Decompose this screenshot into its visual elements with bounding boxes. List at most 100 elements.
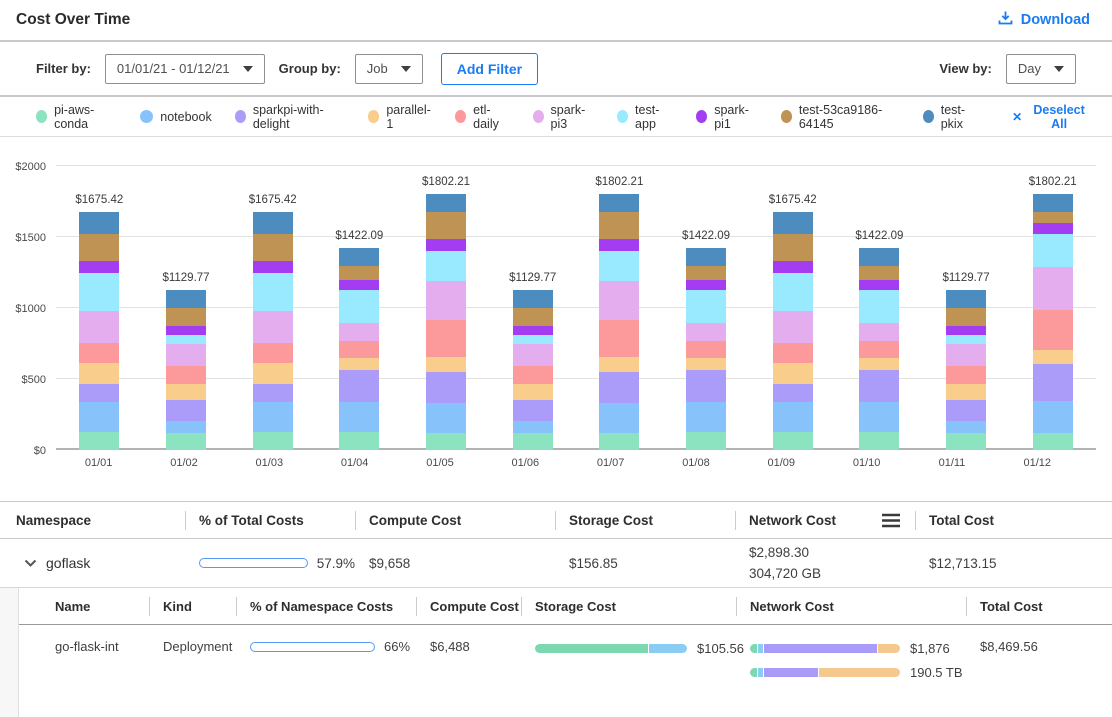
- x-axis-label: 01/08: [653, 457, 738, 469]
- bar-slot: $1129.77: [143, 166, 230, 450]
- col-storage[interactable]: Storage Cost: [521, 588, 736, 624]
- stacked-bar-01/10[interactable]: [859, 248, 899, 450]
- stacked-bar-01/05[interactable]: [426, 194, 466, 450]
- col-network[interactable]: Network Cost: [736, 588, 966, 624]
- network-usage-stacked-bar: [750, 668, 900, 677]
- chevron-down-icon: [401, 66, 411, 72]
- bar-segment-test-53ca9186-64145: [513, 308, 553, 326]
- x-axis: 01/0101/0201/0301/0401/0501/0601/0701/08…: [56, 457, 1080, 469]
- legend-item-test-pkix[interactable]: test-pkix: [923, 103, 980, 131]
- bar-segment-spark-pi1: [859, 280, 899, 291]
- column-menu-icon[interactable]: [881, 513, 901, 528]
- legend-item-pi-aws-conda[interactable]: pi-aws-conda: [36, 103, 117, 131]
- download-button[interactable]: Download: [991, 9, 1096, 31]
- bar-segment-pi-aws-conda: [1033, 433, 1073, 450]
- col-total[interactable]: Total Cost: [915, 502, 1112, 538]
- bar-segment-sparkpi-with-delight: [686, 370, 726, 401]
- legend-item-test-53ca9186-64145[interactable]: test-53ca9186-64145: [781, 103, 900, 131]
- stacked-bar-01/01[interactable]: [79, 212, 119, 450]
- stacked-bar-01/02[interactable]: [166, 290, 206, 450]
- bar-segment-pi-aws-conda: [426, 433, 466, 450]
- view-by-select[interactable]: Day: [1006, 54, 1076, 84]
- bar-total-label: $1129.77: [942, 272, 989, 284]
- bar-segment-notebook: [513, 421, 553, 433]
- bar-total-label: $1675.42: [769, 194, 817, 206]
- bar-segment-parallel-1: [253, 363, 293, 384]
- date-range-select[interactable]: 01/01/21 - 01/12/21: [105, 54, 265, 84]
- group-by-value: Job: [367, 61, 388, 76]
- col-total[interactable]: Total Cost: [966, 588, 1112, 624]
- legend-label: parallel-1: [386, 103, 432, 131]
- x-axis-label: 01/04: [312, 457, 397, 469]
- bar-segment-pi-aws-conda: [859, 432, 899, 450]
- bar-segment-notebook: [339, 402, 379, 432]
- bar-segment-spark-pi1: [79, 261, 119, 272]
- bar-segment-spark-pi3: [339, 323, 379, 340]
- legend-item-spark-pi3[interactable]: spark-pi3: [533, 103, 595, 131]
- col-kind[interactable]: Kind: [149, 588, 236, 624]
- col-pct-namespace[interactable]: % of Namespace Costs: [236, 588, 416, 624]
- stacked-bar-01/07[interactable]: [599, 194, 639, 450]
- col-namespace[interactable]: Namespace: [0, 502, 185, 538]
- x-axis-label: 01/06: [483, 457, 568, 469]
- bar-slot: $1802.21: [576, 166, 663, 450]
- col-storage[interactable]: Storage Cost: [555, 502, 735, 538]
- bar-segment-etl-daily: [859, 341, 899, 358]
- stacked-bar-01/06[interactable]: [513, 290, 553, 450]
- bar-segment-parallel-1: [513, 384, 553, 400]
- bar-segment-spark-pi1: [339, 280, 379, 291]
- stacked-bar-01/09[interactable]: [773, 212, 813, 450]
- legend-item-test-app[interactable]: test-app: [617, 103, 673, 131]
- storage-stacked-bar: [535, 644, 687, 653]
- stacked-bar-01/12[interactable]: [1033, 194, 1073, 450]
- col-compute[interactable]: Compute Cost: [416, 588, 521, 624]
- legend-label: sparkpi-with-delight: [253, 103, 345, 131]
- namespace-cost-table: Namespace % of Total Costs Compute Cost …: [0, 501, 1112, 717]
- bar-slot: $1675.42: [229, 166, 316, 450]
- bar-segment-spark-pi1: [253, 261, 293, 272]
- col-pct-total[interactable]: % of Total Costs: [185, 502, 355, 538]
- stacked-bar-01/11[interactable]: [946, 290, 986, 450]
- bar-segment-pi-aws-conda: [253, 432, 293, 450]
- col-network[interactable]: Network Cost: [735, 502, 915, 538]
- legend-item-spark-pi1[interactable]: spark-pi1: [696, 103, 758, 131]
- deselect-all-button[interactable]: ✕ Deselect All: [1006, 102, 1096, 132]
- stacked-bar-01/03[interactable]: [253, 212, 293, 450]
- mini-bar-segment: [758, 644, 762, 653]
- legend-item-etl-daily[interactable]: etl-daily: [455, 103, 509, 131]
- group-by-label: Group by:: [279, 61, 341, 76]
- bar-segment-notebook: [773, 402, 813, 431]
- legend-item-parallel-1[interactable]: parallel-1: [368, 103, 432, 131]
- network-cost-value: $2,898.30: [749, 543, 809, 563]
- bar-segment-test-pkix: [773, 212, 813, 234]
- bar-segment-etl-daily: [79, 343, 119, 363]
- mini-bar-segment: [535, 644, 648, 653]
- bar-segment-sparkpi-with-delight: [79, 384, 119, 402]
- bar-segment-parallel-1: [946, 384, 986, 400]
- col-compute[interactable]: Compute Cost: [355, 502, 555, 538]
- group-by-select[interactable]: Job: [355, 54, 423, 84]
- stacked-bar-01/04[interactable]: [339, 248, 379, 450]
- bar-segment-etl-daily: [1033, 310, 1073, 350]
- compute-cost-cell: $9,658: [355, 539, 555, 587]
- bar-segment-sparkpi-with-delight: [599, 372, 639, 404]
- legend-item-notebook[interactable]: notebook: [140, 110, 211, 124]
- bar-segment-pi-aws-conda: [773, 432, 813, 450]
- col-name[interactable]: Name: [19, 588, 149, 624]
- bar-segment-spark-pi3: [1033, 267, 1073, 310]
- bar-segment-test-app: [166, 335, 206, 344]
- add-filter-button[interactable]: Add Filter: [441, 53, 538, 85]
- bar-segment-etl-daily: [253, 343, 293, 363]
- progress-bar: [250, 642, 375, 652]
- bar-segment-etl-daily: [773, 343, 813, 363]
- stacked-bar-01/08[interactable]: [686, 248, 726, 450]
- bar-segment-test-53ca9186-64145: [1033, 212, 1073, 223]
- bar-segment-test-app: [79, 273, 119, 311]
- bar-segment-spark-pi1: [773, 261, 813, 272]
- legend-item-sparkpi-with-delight[interactable]: sparkpi-with-delight: [235, 103, 345, 131]
- namespace-expander[interactable]: goflask: [0, 539, 185, 587]
- bar-segment-spark-pi3: [79, 311, 119, 343]
- bar-segment-pi-aws-conda: [946, 433, 986, 450]
- pct-total-value: 57.9%: [317, 556, 355, 571]
- download-label: Download: [1021, 12, 1090, 28]
